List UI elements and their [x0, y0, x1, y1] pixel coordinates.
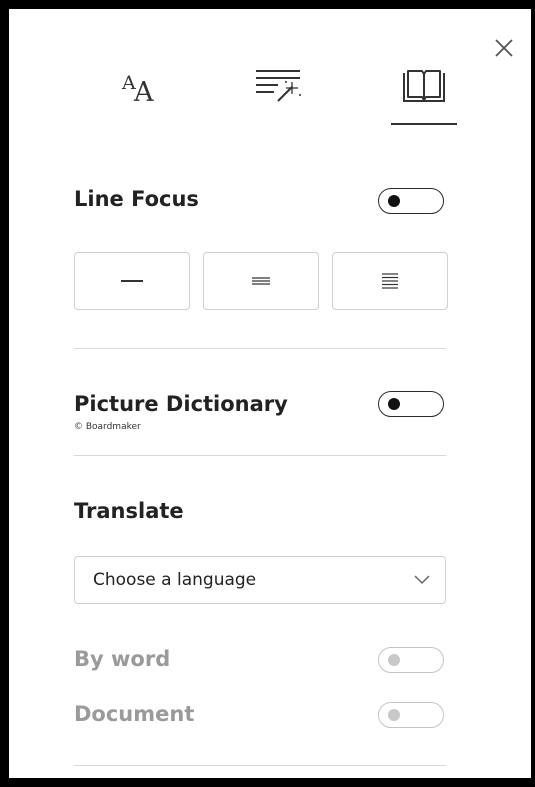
line-focus-three-lines-button[interactable]: [203, 252, 319, 310]
close-icon: [495, 39, 513, 57]
by-word-label: By word: [74, 647, 171, 671]
boardmaker-credit: © Boardmaker: [74, 422, 141, 432]
five-lines-icon: [382, 273, 398, 289]
one-line-icon: [121, 280, 143, 282]
immersive-reader-panel: A A Line Focus Picture Dictionary © Boar…: [9, 9, 531, 778]
line-focus-one-line-button[interactable]: [74, 252, 190, 310]
book-icon: [403, 70, 445, 102]
language-select[interactable]: Choose a language: [74, 556, 446, 604]
document-toggle[interactable]: [378, 702, 444, 728]
toggle-knob: [388, 709, 400, 721]
tab-grammar-options[interactable]: [391, 67, 457, 127]
close-button[interactable]: [493, 37, 515, 59]
divider: [74, 348, 446, 349]
divider: [74, 765, 446, 766]
line-focus-label: Line Focus: [74, 187, 199, 211]
line-focus-five-lines-button[interactable]: [332, 252, 448, 310]
toggle-knob: [388, 654, 400, 666]
tab-text-options[interactable]: A A: [109, 67, 181, 127]
toggle-knob: [388, 398, 400, 410]
picture-dictionary-label: Picture Dictionary: [74, 392, 288, 416]
language-select-value: Choose a language: [93, 570, 257, 590]
text-preferences-icon: [256, 70, 301, 102]
text-size-icon: A A: [121, 72, 154, 107]
three-lines-icon: [252, 277, 270, 285]
svg-text:A: A: [133, 77, 154, 107]
translate-label: Translate: [74, 499, 184, 523]
picture-dictionary-toggle[interactable]: [378, 391, 444, 417]
selected-tab-indicator: [391, 123, 457, 125]
by-word-toggle[interactable]: [378, 647, 444, 673]
line-focus-toggle[interactable]: [378, 188, 444, 214]
document-label: Document: [74, 702, 195, 726]
toggle-knob: [388, 195, 400, 207]
chevron-down-icon: [414, 575, 430, 585]
divider: [74, 455, 446, 456]
tab-reading-preferences[interactable]: [239, 67, 317, 127]
